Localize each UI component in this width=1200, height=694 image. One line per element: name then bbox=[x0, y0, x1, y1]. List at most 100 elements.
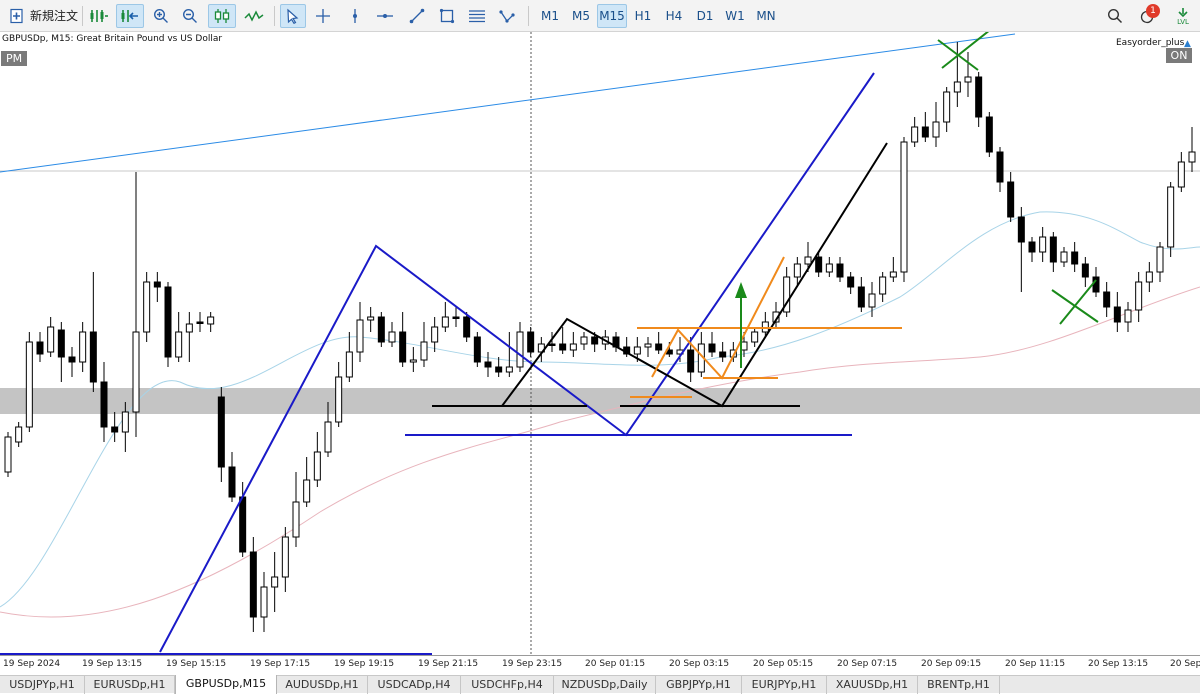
bullish-candle bbox=[1167, 186, 1175, 248]
algo-trading-icon[interactable]: LVL bbox=[1170, 4, 1196, 28]
bullish-candle bbox=[943, 91, 951, 123]
time-axis-label: 20 Sep 05:15 bbox=[753, 659, 814, 669]
zoom-in-icon[interactable] bbox=[150, 4, 172, 28]
bullish-candle bbox=[420, 341, 428, 361]
long-trendline[interactable] bbox=[0, 33, 1016, 173]
timeframe-mn[interactable]: MN bbox=[752, 4, 780, 28]
vertical-line-icon[interactable] bbox=[344, 4, 366, 28]
tab-usdcadp-h4[interactable]: USDCADp,H4 bbox=[368, 676, 461, 694]
time-axis-label: 19 Sep 19:15 bbox=[334, 659, 395, 669]
timeframe-m5[interactable]: M5 bbox=[567, 4, 595, 28]
new-order-icon[interactable] bbox=[6, 4, 28, 28]
zoom-out-icon[interactable] bbox=[179, 4, 201, 28]
tab-usdchfp-h4[interactable]: USDCHFp,H4 bbox=[461, 676, 554, 694]
time-axis-label: 19 Sep 23:15 bbox=[502, 659, 563, 669]
timeframe-h4[interactable]: H4 bbox=[661, 4, 687, 28]
search-icon[interactable] bbox=[1104, 4, 1126, 28]
bullish-candle bbox=[900, 141, 908, 273]
bearish-candle bbox=[1028, 241, 1036, 253]
bullish-candle bbox=[793, 263, 801, 278]
new-order-button[interactable]: 新規注文 bbox=[30, 4, 78, 28]
bearish-candle bbox=[836, 263, 844, 278]
candlestick-chart-icon[interactable] bbox=[208, 4, 236, 28]
green-x-mark-right[interactable] bbox=[1051, 279, 1099, 325]
bullish-candle bbox=[25, 341, 33, 428]
bullish-candle bbox=[644, 343, 652, 348]
bearish-candle bbox=[89, 331, 97, 383]
algo-trading-label: LVL bbox=[1177, 17, 1189, 26]
bullish-candle bbox=[953, 81, 961, 93]
bearish-candle bbox=[996, 151, 1004, 183]
tab-gbpusdp-m15[interactable]: GBPUSDp,M15 bbox=[175, 675, 277, 694]
bearish-candle bbox=[249, 551, 257, 618]
one-click-trading-icon[interactable] bbox=[116, 4, 144, 28]
bearish-candle bbox=[559, 343, 567, 351]
bearish-candle bbox=[1049, 236, 1057, 263]
bearish-candle bbox=[36, 341, 44, 355]
bullish-candle bbox=[932, 121, 940, 138]
trendline-icon[interactable] bbox=[406, 4, 428, 28]
green-up-arrow-head[interactable] bbox=[735, 282, 747, 298]
horizontal-line-icon[interactable] bbox=[374, 4, 396, 28]
tab-eurjpyp-h1[interactable]: EURJPYp,H1 bbox=[742, 676, 827, 694]
time-axis-label: 20 Sep 13:15 bbox=[1088, 659, 1149, 669]
bearish-candle bbox=[217, 396, 225, 468]
bullish-candle bbox=[569, 343, 577, 351]
support-zone[interactable] bbox=[0, 388, 1200, 414]
bearish-candle bbox=[1007, 181, 1015, 218]
orange-zigzag-pattern[interactable] bbox=[651, 256, 785, 380]
tab-eurusdp-h1[interactable]: EURUSDp,H1 bbox=[85, 676, 175, 694]
tab-nzdusdp-daily[interactable]: NZDUSDp,Daily bbox=[554, 676, 656, 694]
depth-of-market-icon[interactable] bbox=[86, 4, 112, 28]
session-badge: PM bbox=[1, 51, 27, 66]
bullish-candle bbox=[335, 376, 343, 423]
timeframe-m1[interactable]: M1 bbox=[536, 4, 564, 28]
bullish-candle bbox=[505, 366, 513, 373]
price-chart[interactable] bbox=[0, 32, 1200, 655]
bearish-candle bbox=[975, 76, 983, 118]
tab-usdjpyp-h1[interactable]: USDJPYp,H1 bbox=[0, 676, 85, 694]
bullish-candle bbox=[804, 256, 812, 265]
time-axis-label: 19 Sep 2024 bbox=[3, 659, 61, 669]
expert-advisor-name: Easyorder_plus bbox=[1116, 38, 1185, 48]
shapes-icon[interactable] bbox=[436, 4, 458, 28]
bullish-candle bbox=[1145, 271, 1153, 283]
bearish-candle bbox=[153, 281, 161, 288]
bearish-candle bbox=[708, 343, 716, 353]
notifications-icon[interactable]: 1 bbox=[1134, 4, 1162, 28]
bullish-candle bbox=[185, 323, 193, 333]
time-axis-label: 19 Sep 17:15 bbox=[250, 659, 311, 669]
tab-audusdp-h1[interactable]: AUDUSDp,H1 bbox=[277, 676, 368, 694]
chart-area[interactable]: GBPUSDp, M15: Great Britain Pound vs US … bbox=[0, 32, 1200, 655]
bearish-candle bbox=[1017, 216, 1025, 243]
tab-brentp-h1[interactable]: BRENTp,H1 bbox=[918, 676, 1000, 694]
cursor-icon[interactable] bbox=[280, 4, 306, 28]
timeframe-d1[interactable]: D1 bbox=[692, 4, 718, 28]
bullish-candle bbox=[1060, 251, 1068, 263]
bullish-candle bbox=[47, 326, 55, 353]
bearish-candle bbox=[100, 381, 108, 428]
bullish-candle bbox=[15, 426, 23, 443]
pattern-icon[interactable] bbox=[496, 4, 518, 28]
bullish-candle bbox=[207, 316, 215, 325]
time-axis-label: 20 Sep 09:15 bbox=[921, 659, 982, 669]
tab-gbpjpyp-h1[interactable]: GBPJPYp,H1 bbox=[656, 676, 742, 694]
chart-symbol-description: GBPUSDp, M15: Great Britain Pound vs US … bbox=[2, 34, 223, 44]
timeframe-h1[interactable]: H1 bbox=[630, 4, 656, 28]
fibonacci-icon[interactable] bbox=[466, 4, 488, 28]
timeframe-m15[interactable]: M15 bbox=[597, 4, 627, 28]
bearish-candle bbox=[847, 276, 855, 288]
bullish-candle bbox=[175, 331, 183, 358]
expert-advisor-status[interactable]: ON bbox=[1166, 48, 1192, 63]
tab-xauusdp-h1[interactable]: XAUUSDp,H1 bbox=[827, 676, 918, 694]
toolbar-separator bbox=[274, 6, 275, 26]
time-axis-label: 20 Sep 07:15 bbox=[837, 659, 898, 669]
bearish-candle bbox=[111, 426, 119, 433]
timeframe-w1[interactable]: W1 bbox=[722, 4, 748, 28]
line-chart-icon[interactable] bbox=[242, 4, 266, 28]
bullish-candle bbox=[281, 536, 289, 578]
bullish-candle bbox=[271, 576, 279, 588]
time-axis-label: 19 Sep 13:15 bbox=[82, 659, 143, 669]
crosshair-icon[interactable] bbox=[312, 4, 334, 28]
green-x-mark-top[interactable] bbox=[937, 32, 990, 71]
